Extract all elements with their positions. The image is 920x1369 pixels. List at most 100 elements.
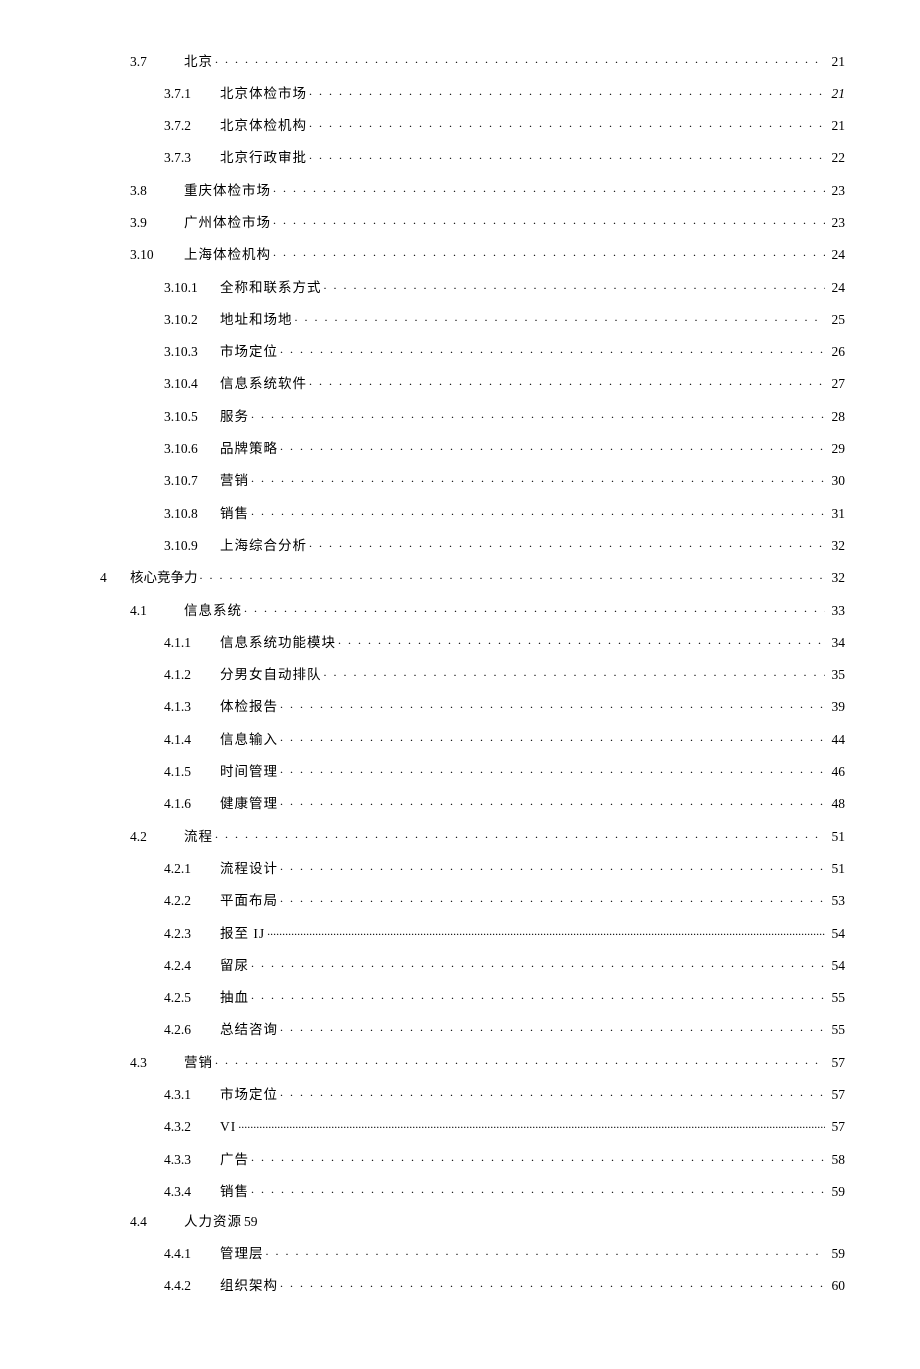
toc-entry: 4.3.3广告58 bbox=[100, 1150, 845, 1166]
toc-leader-dots bbox=[280, 440, 825, 454]
toc-entry-title: 市场定位 bbox=[220, 1088, 278, 1102]
toc-entry: 4.2.2平面布局53 bbox=[100, 892, 845, 908]
toc-entry-page: 24 bbox=[827, 281, 845, 295]
toc-entry-number: 4.4.2 bbox=[164, 1279, 220, 1293]
toc-entry-number: 4 bbox=[100, 571, 130, 585]
toc-entry: 3.10.8销售31 bbox=[100, 504, 845, 520]
toc-entry-title: 重庆体检市场 bbox=[184, 184, 271, 198]
toc-entry-title: 时间管理 bbox=[220, 765, 278, 779]
toc-entry: 3.10.7营销30 bbox=[100, 472, 845, 488]
toc-leader-dots bbox=[280, 763, 825, 777]
toc-entry-title: 广告 bbox=[220, 1153, 249, 1167]
toc-entry-title: 营销 bbox=[184, 1056, 213, 1070]
toc-entry-number: 3.7.1 bbox=[164, 87, 220, 101]
toc-entry-number: 4.2 bbox=[130, 830, 184, 844]
toc-entry-number: 3.9 bbox=[130, 216, 184, 230]
toc-leader-dots bbox=[273, 246, 825, 260]
toc-entry-page: 21 bbox=[827, 55, 845, 69]
toc-entry-page: 48 bbox=[827, 797, 845, 811]
toc-leader-dots bbox=[273, 213, 825, 227]
toc-entry-page: 31 bbox=[827, 507, 845, 521]
toc-entry-title: 信息系统 bbox=[184, 604, 242, 618]
toc-leader-dots bbox=[251, 1182, 825, 1196]
toc-leader-dots bbox=[200, 569, 826, 583]
toc-entry-page: 55 bbox=[827, 1023, 845, 1037]
toc-entry-number: 3.7 bbox=[130, 55, 184, 69]
toc-entry: 4.4.2组织架构 60 bbox=[100, 1277, 845, 1293]
toc-entry-number: 3.7.3 bbox=[164, 151, 220, 165]
toc-entry-number: 3.10.7 bbox=[164, 474, 220, 488]
toc-entry: 4.1.1信息系统功能模块34 bbox=[100, 633, 845, 649]
toc-entry: 3.9广州体检市场23 bbox=[100, 213, 845, 229]
toc-entry: 4.3.1市场定位57 bbox=[100, 1086, 845, 1102]
toc-entry: 4.3.4销售59 bbox=[100, 1182, 845, 1198]
toc-entry: 3.10.9上海综合分析32 bbox=[100, 536, 845, 552]
toc-entry: 3.10.1全称和联系方式24 bbox=[100, 278, 845, 294]
toc-leader-dots bbox=[251, 1150, 825, 1164]
toc-entry-page: 59 bbox=[827, 1185, 845, 1199]
toc-entry-page: 59 bbox=[244, 1215, 258, 1229]
toc-leader-dots bbox=[338, 633, 825, 647]
toc-leader-dots bbox=[309, 117, 825, 131]
toc-entry: 4.4人力资源59 bbox=[100, 1215, 845, 1229]
toc-entry-page: 33 bbox=[827, 604, 845, 618]
toc-list: 3.7北京213.7.1北京体检市场213.7.2北京体检机构213.7.3北京… bbox=[100, 52, 845, 1293]
toc-leader-dots bbox=[280, 859, 825, 873]
toc-leader-dots bbox=[280, 343, 825, 357]
toc-entry-page: 34 bbox=[827, 636, 845, 650]
toc-entry-title: 流程 bbox=[184, 830, 213, 844]
toc-entry-title: 体检报告 bbox=[220, 700, 278, 714]
toc-leader-dots bbox=[309, 84, 825, 98]
toc-entry-title: 信息系统功能模块 bbox=[220, 636, 336, 650]
toc-entry-number: 3.10.4 bbox=[164, 377, 220, 391]
toc-leader-dots bbox=[324, 278, 826, 292]
toc-entry: 3.10.3市场定位26 bbox=[100, 343, 845, 359]
toc-entry-number: 4.2.1 bbox=[164, 862, 220, 876]
toc-leader-dots bbox=[251, 956, 825, 970]
toc-entry-title: 管理层 bbox=[220, 1247, 264, 1261]
toc-entry-page: 32 bbox=[827, 571, 845, 585]
toc-entry: 3.10.2地址和场地25 bbox=[100, 310, 845, 326]
toc-entry-page: 27 bbox=[827, 377, 845, 391]
toc-entry-title: 组织架构 bbox=[220, 1279, 278, 1293]
toc-leader-dots bbox=[280, 730, 825, 744]
toc-leader-dots bbox=[280, 1086, 825, 1100]
toc-entry-page: 51 bbox=[827, 830, 845, 844]
toc-entry-page: 51 bbox=[827, 862, 845, 876]
toc-entry: 3.10.6品牌策略29 bbox=[100, 440, 845, 456]
toc-leader-dots bbox=[295, 310, 826, 324]
toc-entry-page: 57 bbox=[827, 1120, 845, 1134]
toc-entry-page: 21 bbox=[827, 87, 845, 101]
toc-entry-number: 4.2.2 bbox=[164, 894, 220, 908]
toc-entry-number: 4.4 bbox=[130, 1215, 184, 1229]
toc-entry: 4.2.4留尿54 bbox=[100, 956, 845, 972]
toc-entry-page: 60 bbox=[827, 1279, 845, 1293]
toc-entry-title: 信息系统软件 bbox=[220, 377, 307, 391]
toc-entry-title: 北京行政审批 bbox=[220, 151, 307, 165]
toc-entry-page: 54 bbox=[827, 927, 845, 941]
toc-entry-page: 23 bbox=[827, 216, 845, 230]
toc-leader-dots bbox=[273, 181, 825, 195]
toc-entry-page: 24 bbox=[827, 248, 845, 262]
toc-entry-title: 健康管理 bbox=[220, 797, 278, 811]
toc-entry: 3.7.2北京体检机构21 bbox=[100, 117, 845, 133]
toc-leader-dots bbox=[280, 1021, 825, 1035]
toc-entry-title: 上海体检机构 bbox=[184, 248, 271, 262]
toc-entry-title: 全称和联系方式 bbox=[220, 281, 322, 295]
toc-leader-dots bbox=[215, 1053, 825, 1067]
toc-entry-number: 4.3.2 bbox=[164, 1120, 220, 1134]
toc-entry-title: 抽血 bbox=[220, 991, 249, 1005]
toc-entry: 4.2流程 51 bbox=[100, 827, 845, 843]
toc-leader-dots bbox=[267, 924, 825, 938]
toc-leader-dots bbox=[251, 472, 825, 486]
toc-entry-number: 3.7.2 bbox=[164, 119, 220, 133]
toc-entry-title: 北京 bbox=[184, 55, 213, 69]
toc-entry-number: 4.2.3 bbox=[164, 927, 220, 941]
toc-leader-dots bbox=[215, 827, 825, 841]
toc-entry-number: 4.3.4 bbox=[164, 1185, 220, 1199]
toc-entry-page: 57 bbox=[827, 1088, 845, 1102]
toc-entry-page: 59 bbox=[827, 1247, 845, 1261]
toc-entry: 4.1.6健康管理48 bbox=[100, 795, 845, 811]
toc-entry-title: 报至 IJ bbox=[220, 927, 265, 941]
toc-entry-number: 3.10.9 bbox=[164, 539, 220, 553]
